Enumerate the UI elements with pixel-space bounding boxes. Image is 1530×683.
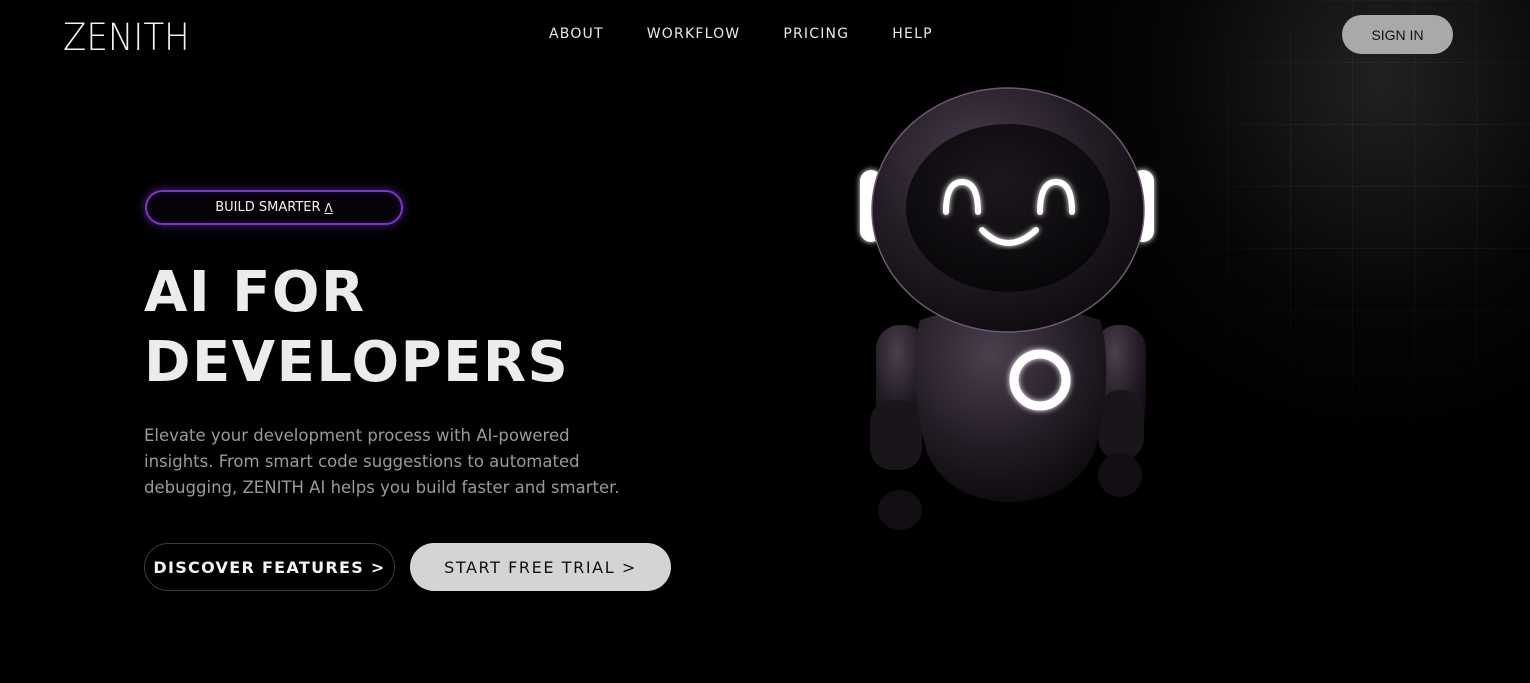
discover-features-button[interactable]: DISCOVER FEATURES > [144, 543, 395, 591]
landing-page: ZENITH ABOUT WORKFLOW PRICING HELP SIGN … [0, 0, 1530, 683]
hero-title-line2: DEVELOPERS [144, 330, 570, 395]
nav-pricing[interactable]: PRICING [783, 26, 849, 42]
robot-illustration [860, 87, 1154, 530]
nav-workflow[interactable]: WORKFLOW [647, 26, 741, 42]
nav-help[interactable]: HELP [892, 26, 932, 42]
nav-about[interactable]: ABOUT [549, 26, 604, 42]
robot-torso [914, 305, 1107, 502]
hero-description: Elevate your development process with AI… [144, 426, 620, 497]
build-smarter-badge[interactable]: BUILD SMARTER Λ [145, 190, 403, 225]
sign-in-button[interactable]: SIGN IN [1342, 15, 1453, 54]
hero-title: AI FOR DEVELOPERS [144, 258, 569, 398]
hero-title-line1: AI FOR [144, 260, 366, 325]
badge-label: BUILD SMARTER [215, 200, 321, 215]
logo[interactable]: ZENITH [63, 16, 190, 59]
start-free-trial-button[interactable]: START FREE TRIAL > [410, 543, 671, 591]
caret-up-icon: Λ [324, 200, 333, 215]
main-nav: ABOUT WORKFLOW PRICING HELP [549, 26, 976, 42]
robot-head [860, 87, 1154, 333]
